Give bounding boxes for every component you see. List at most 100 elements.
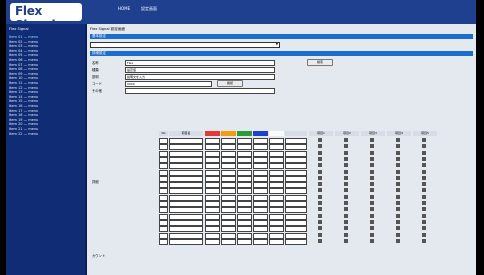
- row-select[interactable]: [237, 194, 252, 201]
- row-checkbox[interactable]: [422, 213, 426, 218]
- row-select[interactable]: [253, 163, 268, 170]
- row-index[interactable]: [159, 207, 168, 214]
- row-checkbox[interactable]: [344, 169, 348, 174]
- row-select[interactable]: [253, 232, 268, 239]
- row-select[interactable]: [285, 188, 307, 195]
- row-checkbox[interactable]: [396, 213, 400, 218]
- row-checkbox[interactable]: [422, 232, 426, 237]
- app-logo[interactable]: Flex Signal: [10, 3, 82, 32]
- row-select[interactable]: [205, 201, 220, 207]
- row-checkbox[interactable]: [422, 163, 426, 168]
- row-index[interactable]: [159, 238, 168, 245]
- row-select[interactable]: [221, 156, 236, 163]
- row-select[interactable]: [269, 188, 284, 195]
- row-name-input[interactable]: [169, 163, 203, 170]
- row-checkbox[interactable]: [396, 169, 400, 174]
- row-select[interactable]: [221, 138, 236, 144]
- row-index[interactable]: [159, 175, 168, 182]
- row-checkbox[interactable]: [396, 144, 400, 149]
- row-select[interactable]: [205, 144, 220, 151]
- row-checkbox[interactable]: [318, 138, 322, 142]
- row-index[interactable]: [159, 163, 168, 170]
- row-select[interactable]: [221, 175, 236, 182]
- sidebar-item[interactable]: Item 04 — menu: [9, 49, 38, 53]
- sidebar-item[interactable]: Item 08 — menu: [9, 67, 38, 71]
- row-select[interactable]: [269, 226, 284, 233]
- row-select[interactable]: [221, 188, 236, 195]
- row-checkbox[interactable]: [396, 226, 400, 231]
- row-checkbox[interactable]: [344, 194, 348, 199]
- row-name-input[interactable]: [169, 219, 203, 226]
- row-index[interactable]: [159, 169, 168, 176]
- row-select[interactable]: [237, 163, 252, 170]
- row-checkbox[interactable]: [422, 201, 426, 205]
- row-select[interactable]: [253, 201, 268, 207]
- row-index[interactable]: [159, 138, 168, 144]
- sidebar-item[interactable]: Item 07 — menu: [9, 63, 38, 67]
- row-checkbox[interactable]: [318, 163, 322, 168]
- row-checkbox[interactable]: [370, 194, 374, 199]
- row-select[interactable]: [285, 138, 307, 144]
- row-select[interactable]: [269, 156, 284, 163]
- row-select[interactable]: [253, 150, 268, 157]
- row-checkbox[interactable]: [396, 219, 400, 224]
- row-checkbox[interactable]: [370, 226, 374, 231]
- row-checkbox[interactable]: [344, 219, 348, 224]
- row-name-input[interactable]: [169, 201, 203, 207]
- row-checkbox[interactable]: [344, 175, 348, 180]
- sidebar-item[interactable]: Item 13 — menu: [9, 90, 38, 94]
- row-checkbox[interactable]: [370, 213, 374, 218]
- row-select[interactable]: [253, 182, 268, 189]
- row-name-input[interactable]: [169, 138, 203, 144]
- row-checkbox[interactable]: [344, 213, 348, 218]
- sidebar-item[interactable]: Item 16 — menu: [9, 104, 38, 108]
- row-select[interactable]: [221, 219, 236, 226]
- row-index[interactable]: [159, 232, 168, 239]
- row-name-input[interactable]: [169, 238, 203, 245]
- row-checkbox[interactable]: [422, 156, 426, 161]
- row-checkbox[interactable]: [370, 156, 374, 161]
- row-select[interactable]: [237, 232, 252, 239]
- row-select[interactable]: [285, 238, 307, 245]
- color-swatch[interactable]: [253, 131, 268, 136]
- row-select[interactable]: [237, 138, 252, 144]
- row-select[interactable]: [221, 238, 236, 245]
- row-checkbox[interactable]: [422, 150, 426, 155]
- row-checkbox[interactable]: [422, 219, 426, 224]
- sidebar-item[interactable]: Item 12 — menu: [9, 86, 38, 90]
- form-input[interactable]: 0000: [125, 81, 212, 87]
- row-select[interactable]: [205, 182, 220, 189]
- row-select[interactable]: [237, 175, 252, 182]
- row-index[interactable]: [159, 226, 168, 233]
- row-checkbox[interactable]: [318, 226, 322, 231]
- form-input[interactable]: Flex: [125, 60, 275, 66]
- row-select[interactable]: [237, 144, 252, 151]
- row-checkbox[interactable]: [344, 163, 348, 168]
- row-checkbox[interactable]: [370, 219, 374, 224]
- row-select[interactable]: [269, 238, 284, 245]
- row-name-input[interactable]: [169, 150, 203, 157]
- row-name-input[interactable]: [169, 169, 203, 176]
- row-select[interactable]: [205, 150, 220, 157]
- row-checkbox[interactable]: [370, 150, 374, 155]
- row-select[interactable]: [253, 238, 268, 245]
- row-select[interactable]: [285, 232, 307, 239]
- row-name-input[interactable]: [169, 144, 203, 151]
- row-select[interactable]: [237, 213, 252, 220]
- row-select[interactable]: [205, 232, 220, 239]
- row-checkbox[interactable]: [370, 169, 374, 174]
- row-select[interactable]: [253, 144, 268, 151]
- row-checkbox[interactable]: [370, 232, 374, 237]
- row-select[interactable]: [269, 201, 284, 207]
- row-select[interactable]: [205, 156, 220, 163]
- row-checkbox[interactable]: [318, 194, 322, 199]
- row-checkbox[interactable]: [422, 138, 426, 142]
- row-checkbox[interactable]: [370, 175, 374, 180]
- form-button[interactable]: 検索: [307, 59, 333, 66]
- row-select[interactable]: [253, 188, 268, 195]
- row-checkbox[interactable]: [422, 226, 426, 231]
- row-select[interactable]: [237, 182, 252, 189]
- row-checkbox[interactable]: [344, 207, 348, 212]
- row-select[interactable]: [269, 175, 284, 182]
- nav-home[interactable]: HOME: [118, 6, 130, 11]
